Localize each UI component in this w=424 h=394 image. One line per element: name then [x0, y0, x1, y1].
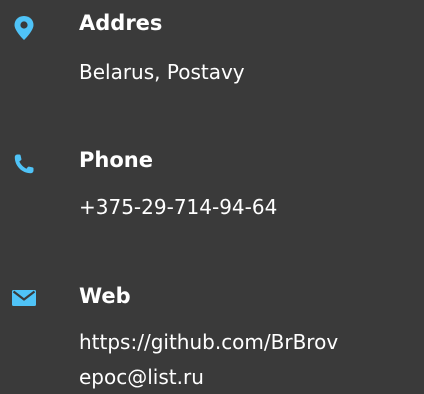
address-value: Belarus, Postavy	[79, 60, 245, 84]
web-title: Web	[79, 284, 131, 308]
phone-title: Phone	[79, 148, 153, 172]
envelope-icon	[10, 284, 38, 312]
map-pin-icon	[10, 14, 38, 42]
email-link[interactable]: epoc@list.ru	[79, 364, 204, 390]
contact-panel: Addres Belarus, Postavy Phone +375-29-71…	[0, 0, 424, 394]
address-title: Addres	[79, 11, 163, 35]
github-link[interactable]: https://github.com/BrBrov	[79, 329, 338, 355]
phone-value[interactable]: +375-29-714-94-64	[79, 194, 277, 220]
phone-icon	[10, 150, 38, 178]
